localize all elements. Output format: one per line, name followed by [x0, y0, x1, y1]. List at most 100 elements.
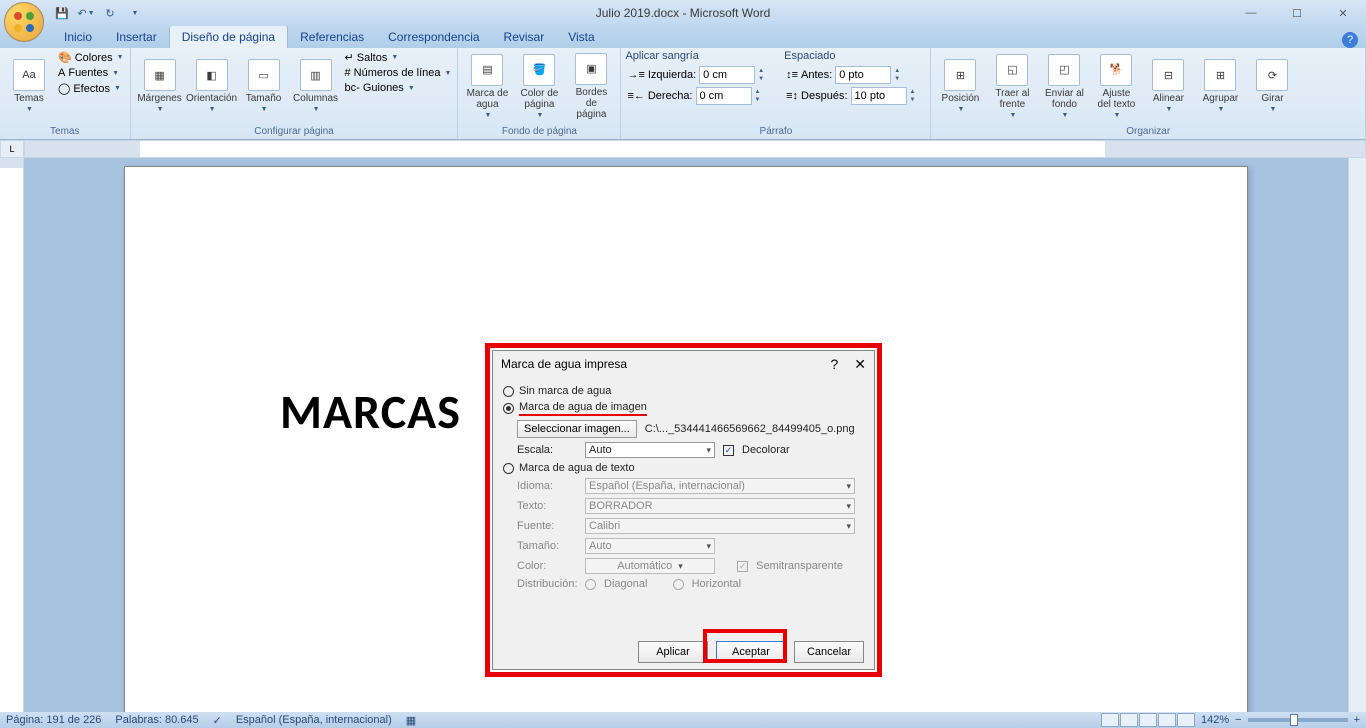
language-status[interactable]: Español (España, internacional) [236, 714, 392, 726]
escala-select[interactable]: Auto▾ [585, 442, 715, 458]
zoom-out-button[interactable]: − [1235, 714, 1241, 726]
ajuste-texto-button[interactable]: 🐕Ajuste del texto▼ [1091, 50, 1141, 122]
zoom-slider[interactable] [1248, 718, 1348, 722]
pageborder-icon: ▣ [575, 53, 607, 85]
hyphen-icon: bc- [345, 82, 360, 94]
position-icon: ⊞ [944, 59, 976, 91]
orientation-icon: ◧ [196, 59, 228, 91]
tab-diseno-pagina[interactable]: Diseño de página [169, 25, 288, 48]
posicion-button[interactable]: ⊞Posición▼ [935, 50, 985, 122]
macro-icon[interactable]: ▦ [406, 714, 416, 727]
watermark-icon: ▤ [471, 54, 503, 86]
spin-down[interactable]: ▼ [758, 75, 764, 83]
window-controls: — ☐ ✕ [1228, 0, 1366, 26]
view-buttons [1101, 713, 1195, 727]
agrupar-button[interactable]: ⊞Agrupar▼ [1195, 50, 1245, 122]
undo-icon[interactable]: ↶▼ [76, 3, 96, 23]
proofing-icon[interactable]: ✓ [213, 714, 222, 727]
close-button[interactable]: ✕ [1320, 0, 1366, 26]
tab-revisar[interactable]: Revisar [492, 26, 557, 48]
numeros-linea-button[interactable]: #Números de línea▼ [343, 66, 454, 80]
color-select: Automático▾ [585, 558, 715, 574]
effects-icon: ◯ [58, 82, 70, 95]
espaciado-title: Espaciado [784, 50, 917, 64]
size-icon: ▭ [248, 59, 280, 91]
tab-correspondencia[interactable]: Correspondencia [376, 26, 491, 48]
select-image-button[interactable]: Seleccionar imagen... [517, 420, 637, 438]
traer-frente-button[interactable]: ◱Traer al frente▼ [987, 50, 1037, 122]
indent-right-icon: ≡← [627, 90, 644, 102]
view-print-layout[interactable] [1101, 713, 1119, 727]
word-count[interactable]: Palabras: 80.645 [115, 714, 198, 726]
sangria-title: Aplicar sangría [625, 50, 766, 64]
decolorar-checkbox[interactable]: ✓ [723, 445, 734, 456]
saltos-button[interactable]: ↵Saltos▼ [343, 50, 454, 65]
zoom-in-button[interactable]: + [1354, 714, 1360, 726]
document-text[interactable]: MARCAS [280, 382, 461, 441]
alinear-button[interactable]: ⊟Alinear▼ [1143, 50, 1193, 122]
tab-inicio[interactable]: Inicio [52, 26, 104, 48]
horizontal-ruler: L [0, 140, 1366, 158]
radio-text-watermark[interactable]: Marca de agua de texto [503, 460, 864, 476]
tamano-button[interactable]: ▭Tamaño▼ [239, 50, 289, 122]
tab-referencias[interactable]: Referencias [288, 26, 376, 48]
colores-button[interactable]: 🎨Colores▼ [56, 50, 126, 65]
aceptar-highlight [703, 629, 787, 663]
columns-icon: ▥ [300, 59, 332, 91]
qat-customize-icon[interactable]: ▼ [125, 3, 145, 23]
bring-front-icon: ◱ [996, 54, 1028, 86]
help-button[interactable]: ? [1342, 32, 1358, 48]
maximize-button[interactable]: ☐ [1274, 0, 1320, 26]
aplicar-button[interactable]: Aplicar [638, 641, 708, 663]
margenes-button[interactable]: ▦Márgenes▼ [135, 50, 185, 122]
girar-button[interactable]: ⟳Girar▼ [1247, 50, 1297, 122]
spin-up[interactable]: ▲ [758, 67, 764, 75]
efectos-button[interactable]: ◯Efectos▼ [56, 81, 126, 96]
radio-image-watermark[interactable]: Marca de agua de imagen [503, 399, 864, 418]
space-before-input[interactable] [835, 66, 891, 84]
pagecolor-icon: 🪣 [523, 54, 555, 86]
ribbon: Aa Temas ▼ 🎨Colores▼ AFuentes▼ ◯Efectos▼… [0, 48, 1366, 140]
space-after-input[interactable] [851, 87, 907, 105]
view-outline[interactable] [1158, 713, 1176, 727]
color-pagina-button[interactable]: 🪣Color de página▼ [514, 50, 564, 122]
vertical-scrollbar[interactable] [1348, 158, 1366, 712]
tab-vista[interactable]: Vista [556, 26, 606, 48]
dialog-help-button[interactable]: ? [830, 356, 838, 373]
dialog-titlebar[interactable]: Marca de agua impresa ? ✕ [493, 351, 874, 377]
enviar-fondo-button[interactable]: ◰Enviar al fondo▼ [1039, 50, 1089, 122]
cancelar-button[interactable]: Cancelar [794, 641, 864, 663]
zoom-label[interactable]: 142% [1201, 714, 1229, 726]
guiones-button[interactable]: bc-Guiones▼ [343, 81, 454, 95]
page-status[interactable]: Página: 191 de 226 [6, 714, 101, 726]
indent-right-input[interactable] [696, 87, 752, 105]
vertical-ruler[interactable] [0, 158, 24, 712]
dialog-close-button[interactable]: ✕ [854, 356, 866, 373]
watermark-dialog: Marca de agua impresa ? ✕ Sin marca de a… [492, 350, 875, 670]
bordes-pagina-button[interactable]: ▣Bordes de página [566, 50, 616, 122]
status-bar: Página: 191 de 226 Palabras: 80.645 ✓ Es… [0, 712, 1366, 728]
radio-horizontal [673, 579, 684, 590]
title-bar: 💾 ↶▼ ↻ ▼ Julio 2019.docx - Microsoft Wor… [0, 0, 1366, 26]
orientacion-button[interactable]: ◧Orientación▼ [187, 50, 237, 122]
indent-left-input[interactable] [699, 66, 755, 84]
marca-agua-button[interactable]: ▤Marca de agua▼ [462, 50, 512, 122]
radio-diagonal [585, 579, 596, 590]
tab-selector[interactable]: L [0, 140, 24, 158]
view-draft[interactable] [1177, 713, 1195, 727]
fuentes-button[interactable]: AFuentes▼ [56, 66, 126, 80]
save-icon[interactable]: 💾 [52, 3, 72, 23]
dialog-highlight: Marca de agua impresa ? ✕ Sin marca de a… [485, 343, 882, 677]
tab-insertar[interactable]: Insertar [104, 26, 169, 48]
columnas-button[interactable]: ▥Columnas▼ [291, 50, 341, 122]
quick-access-toolbar: 💾 ↶▼ ↻ ▼ [52, 3, 145, 23]
view-web[interactable] [1139, 713, 1157, 727]
redo-icon[interactable]: ↻ [100, 3, 120, 23]
office-button[interactable] [4, 2, 44, 42]
view-fullscreen[interactable] [1120, 713, 1138, 727]
minimize-button[interactable]: — [1228, 0, 1274, 26]
temas-button[interactable]: Aa Temas ▼ [4, 50, 54, 122]
fonts-icon: A [58, 67, 65, 79]
radio-no-watermark[interactable]: Sin marca de agua [503, 383, 864, 399]
idioma-select: Español (España, internacional)▾ [585, 478, 855, 494]
